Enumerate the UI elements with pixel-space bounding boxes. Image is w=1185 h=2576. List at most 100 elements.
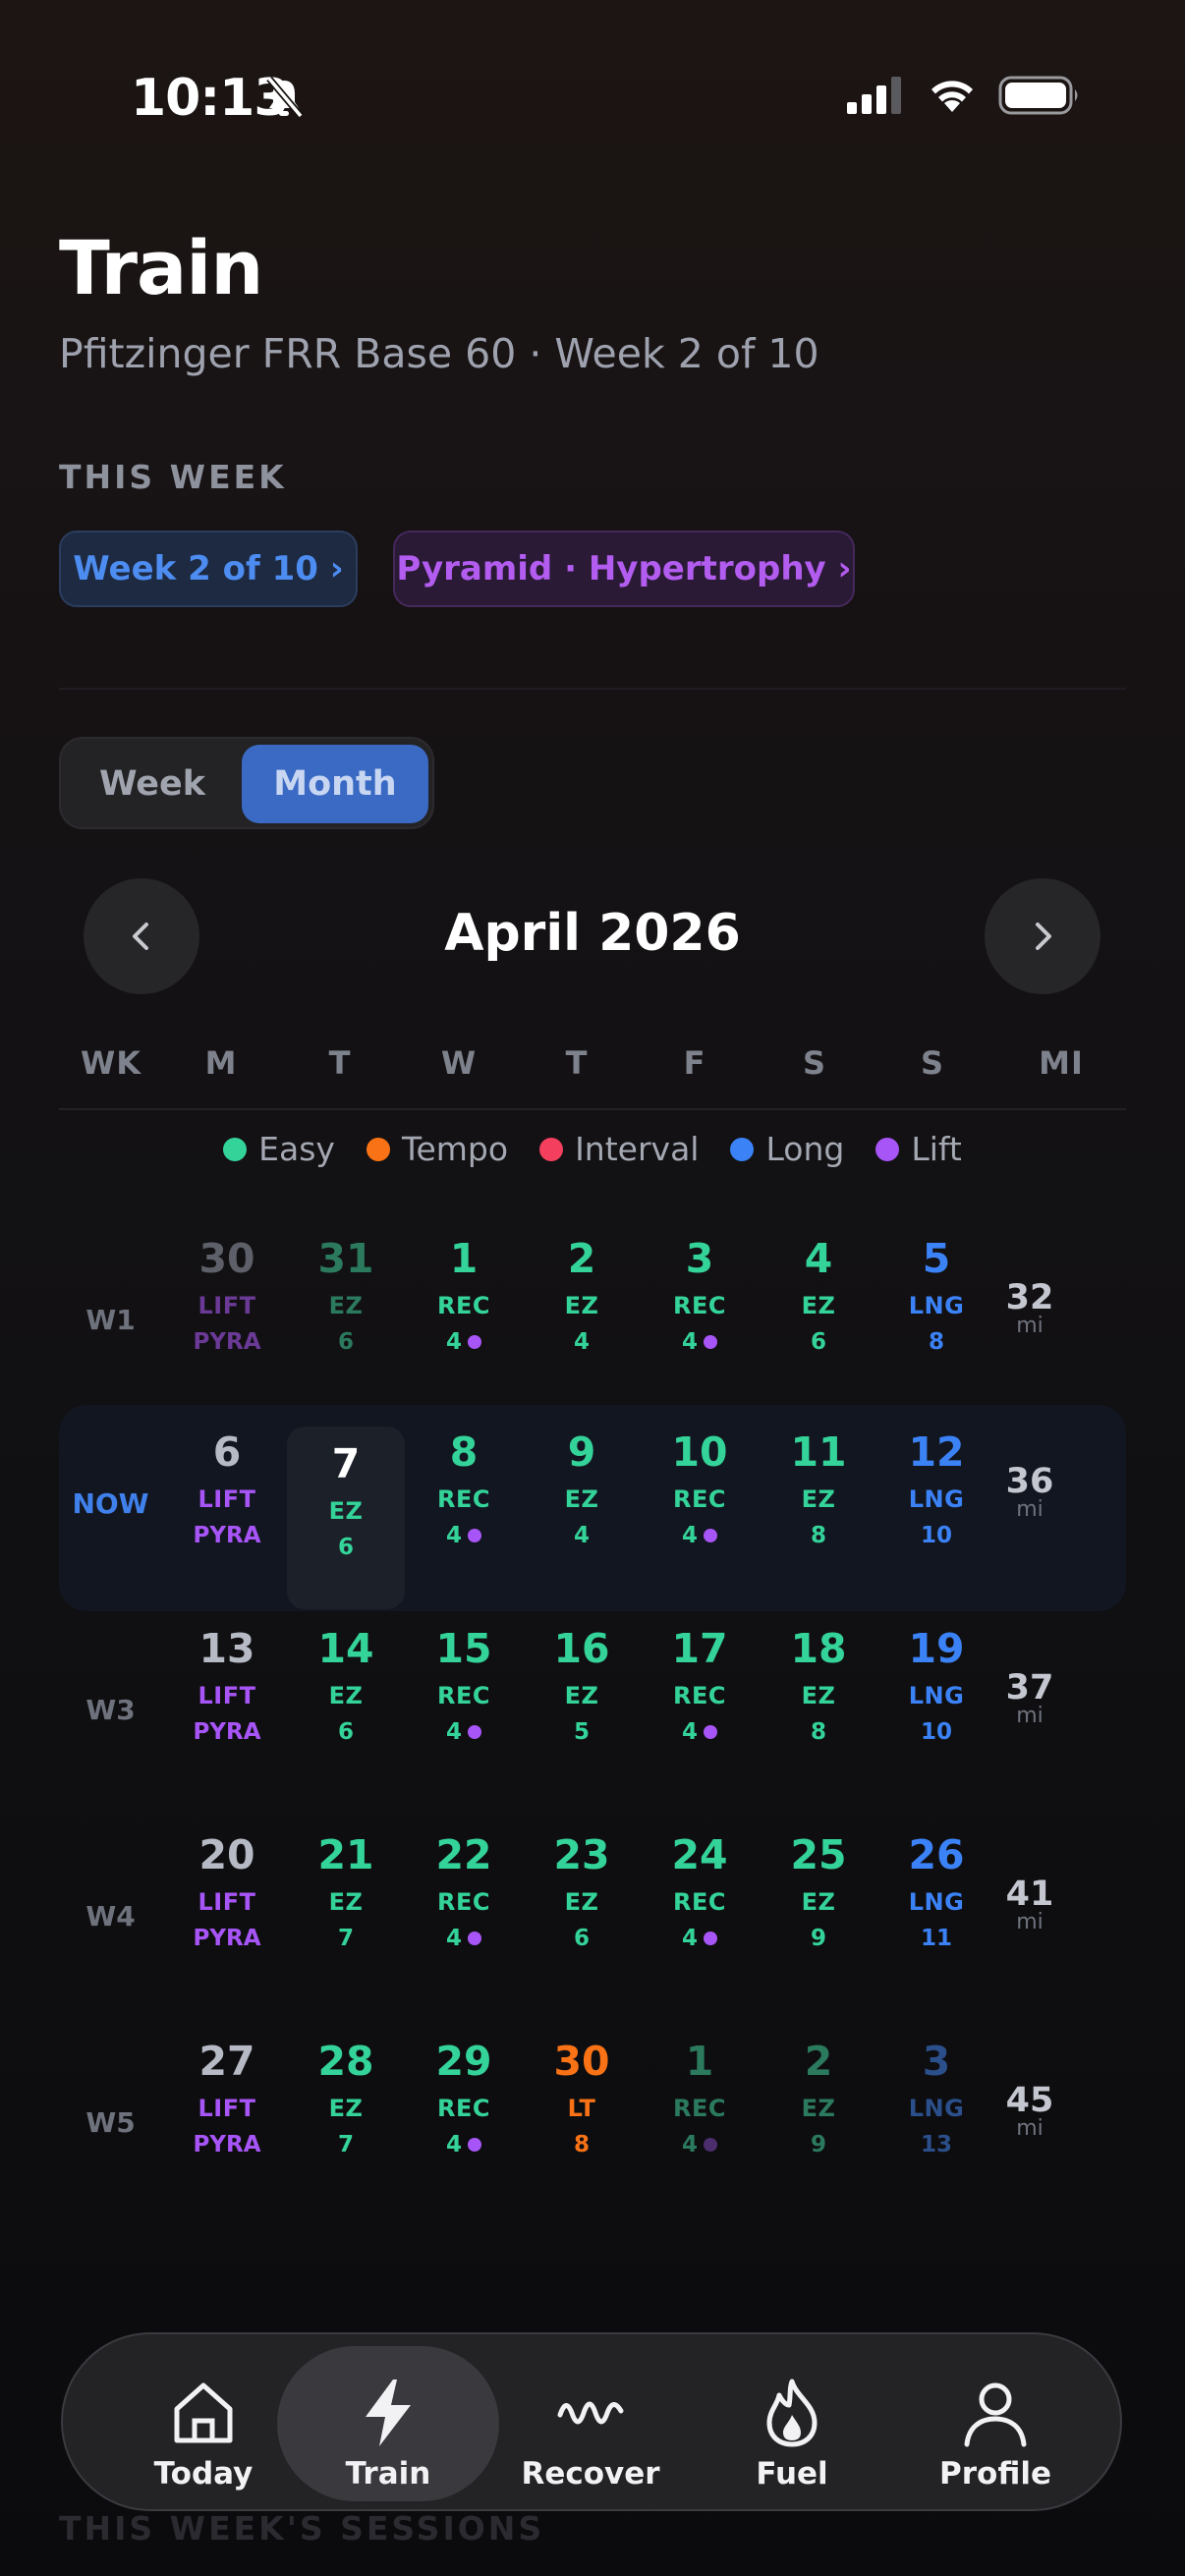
calendar-day-today[interactable]: 7 EZ 6	[287, 1427, 405, 1609]
workout-miles: 4	[681, 1523, 698, 1548]
calendar-day[interactable]: 12 LNG 10	[877, 1427, 995, 1594]
workout-type: REC	[437, 1485, 490, 1513]
workout-miles: 4	[681, 1719, 698, 1745]
workout-type: REC	[673, 1682, 726, 1709]
calendar-day[interactable]: 2 EZ 9	[760, 2036, 877, 2203]
calendar-day[interactable]: 21 EZ 7	[287, 1829, 405, 1996]
workout-type: LIFT	[198, 1292, 256, 1319]
legend-item-tempo: Tempo	[366, 1130, 508, 1168]
day-number: 18	[790, 1625, 847, 1672]
workout-detail: 4	[523, 1329, 641, 1355]
tab-train[interactable]: Train	[277, 2346, 499, 2501]
workout-detail: PYRA	[168, 1523, 286, 1548]
tab-recover[interactable]: Recover	[480, 2346, 702, 2501]
calendar-day[interactable]: 26 LNG 11	[877, 1829, 995, 1996]
weekly-mileage-value: 41	[1005, 1875, 1054, 1914]
calendar-day[interactable]: 15 REC 4	[405, 1623, 523, 1790]
calendar-day[interactable]: 25 EZ 9	[760, 1829, 877, 1996]
month-view-button[interactable]: Month	[242, 745, 428, 823]
day-number: 30	[553, 2038, 610, 2085]
workout-detail: 11	[877, 1926, 995, 1951]
calendar-day[interactable]: 9 EZ 4	[523, 1427, 641, 1594]
calendar-day[interactable]: 8 REC 4	[405, 1427, 523, 1594]
day-number: 29	[435, 2038, 492, 2085]
battery-icon	[998, 76, 1078, 115]
calendar-day[interactable]: 2 EZ 4	[523, 1233, 641, 1400]
day-number: 5	[922, 1235, 951, 1282]
workout-type: LNG	[908, 1292, 965, 1319]
weekly-mileage: 41 mi	[988, 1875, 1071, 1934]
calendar-day[interactable]: 5 LNG 8	[877, 1233, 995, 1400]
workout-detail: 8	[523, 2132, 641, 2157]
workout-type: LNG	[908, 1682, 965, 1709]
workout-detail: 9	[760, 2132, 877, 2157]
weekday-header-2: T	[328, 1044, 352, 1082]
calendar-day[interactable]: 30 LIFT PYRA	[168, 1233, 286, 1400]
calendar-day[interactable]: 30 LT 8	[523, 2036, 641, 2203]
calendar-day[interactable]: 1 REC 4	[641, 2036, 759, 2203]
calendar-day[interactable]: 31 EZ 6	[287, 1233, 405, 1400]
calendar-day[interactable]: 22 REC 4	[405, 1829, 523, 1996]
workout-miles: 6	[337, 1719, 354, 1745]
day-number: 16	[553, 1625, 610, 1672]
week-view-button[interactable]: Week	[67, 745, 238, 823]
workout-type: REC	[673, 1888, 726, 1916]
calendar-day[interactable]: 29 REC 4	[405, 2036, 523, 2203]
calendar-day[interactable]: 1 REC 4	[405, 1233, 523, 1400]
calendar-day[interactable]: 18 EZ 8	[760, 1623, 877, 1790]
workout-miles: 6	[337, 1329, 354, 1355]
week-progress-chip[interactable]: Week 2 of 10 ›	[59, 531, 358, 607]
workout-miles: 11	[920, 1926, 952, 1951]
current-week-row: NOW 6 LIFT PYRA 7 EZ 6 8 REC 4 9 EZ 4 10 REC 4 11 EZ 8 12 LN…	[59, 1405, 1126, 1611]
day-number: 7	[331, 1440, 361, 1487]
bell-muted-icon	[266, 76, 304, 119]
tab-label: Train	[345, 2456, 431, 2492]
workout-detail: 4	[641, 2132, 759, 2157]
weekday-header-mi: MI	[1039, 1044, 1084, 1082]
lift-plan-chip[interactable]: Pyramid · Hypertrophy ›	[393, 531, 855, 607]
calendar-day[interactable]: 10 REC 4	[641, 1427, 759, 1594]
weekly-mileage: 36 mi	[988, 1462, 1071, 1522]
calendar-day[interactable]: 4 EZ 6	[760, 1233, 877, 1400]
calendar-day[interactable]: 6 LIFT PYRA	[168, 1427, 286, 1594]
person-icon	[884, 2376, 1106, 2448]
workout-detail: 4	[405, 1523, 523, 1548]
lift-indicator-dot	[468, 2138, 481, 2152]
workout-detail: 4	[641, 1719, 759, 1745]
calendar-day[interactable]: 11 EZ 8	[760, 1427, 877, 1594]
legend-label: Lift	[911, 1130, 962, 1168]
calendar-day[interactable]: 16 EZ 5	[523, 1623, 641, 1790]
calendar-day[interactable]: 3 REC 4	[641, 1233, 759, 1400]
day-number: 2	[567, 1235, 596, 1282]
calendar-day[interactable]: 27 LIFT PYRA	[168, 2036, 286, 2203]
calendar-day[interactable]: 20 LIFT PYRA	[168, 1829, 286, 1996]
workout-type: EZ	[801, 1292, 836, 1319]
weekday-header-wk: WK	[80, 1044, 142, 1082]
calendar-day[interactable]: 28 EZ 7	[287, 2036, 405, 2203]
wifi-icon	[931, 81, 973, 112]
calendar-day[interactable]: 14 EZ 6	[287, 1623, 405, 1790]
workout-detail: 10	[877, 1719, 995, 1745]
workout-detail: PYRA	[168, 1719, 286, 1745]
weekly-mileage-unit: mi	[1016, 1910, 1044, 1934]
tab-profile[interactable]: Profile	[884, 2346, 1106, 2501]
calendar-day[interactable]: 24 REC 4	[641, 1829, 759, 1996]
tab-fuel[interactable]: Fuel	[681, 2346, 903, 2501]
workout-type: LT	[567, 2095, 596, 2122]
workout-detail: 4	[405, 1329, 523, 1355]
calendar-day[interactable]: 13 LIFT PYRA	[168, 1623, 286, 1790]
next-month-button[interactable]	[985, 878, 1100, 994]
calendar-day[interactable]: 23 EZ 6	[523, 1829, 641, 1996]
flame-icon	[681, 2376, 903, 2448]
tab-label: Recover	[521, 2456, 660, 2492]
workout-type: REC	[673, 2095, 726, 2122]
weekday-header-6: S	[802, 1044, 827, 1082]
workout-detail: 4	[641, 1523, 759, 1548]
workout-type: REC	[673, 1485, 726, 1513]
calendar-day[interactable]: 17 REC 4	[641, 1623, 759, 1790]
calendar-day[interactable]: 3 LNG 13	[877, 2036, 995, 2203]
calendar-day[interactable]: 19 LNG 10	[877, 1623, 995, 1790]
workout-detail: 8	[877, 1329, 995, 1355]
workout-legend: Easy Tempo Interval Long Lift	[0, 1130, 1185, 1168]
workout-miles: PYRA	[193, 1523, 261, 1548]
